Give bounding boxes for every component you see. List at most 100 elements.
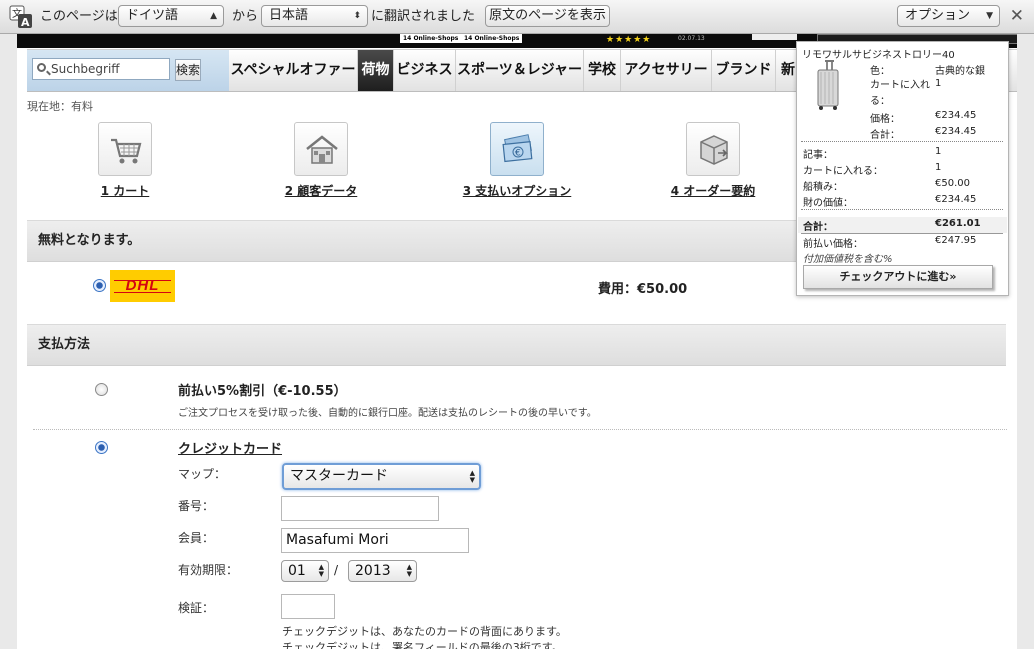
box-icon	[686, 122, 740, 176]
cart-prepay-value: €247.95	[935, 235, 977, 246]
translate-prefix: このページは	[40, 9, 118, 24]
cart-in-cart-value: 1	[935, 162, 942, 173]
cart-vat-note: 付加価値税を含む%	[803, 254, 893, 265]
shipping-cost: 費用：€50.00	[598, 282, 688, 297]
cart-in-cart-label: カートに入れる：	[803, 166, 883, 177]
shipping-dhl-radio[interactable]	[93, 279, 106, 292]
header-widget	[752, 34, 797, 40]
cart-product-name[interactable]: リモワサルサビジネストロリー40	[802, 46, 955, 61]
expiry-month-select[interactable]: 01 ▲ ▼	[281, 560, 329, 582]
select-arrows-icon: ▲ ▼	[406, 563, 412, 578]
source-language-select[interactable]: ドイツ語 ▲	[118, 5, 224, 27]
translate-from-text: から	[232, 9, 259, 24]
options-select[interactable]: オプション ▼	[897, 5, 1000, 27]
cart-goods-value: €234.45	[935, 194, 977, 205]
prepay-title: 前払い5%割引（€-10.55）	[178, 384, 347, 399]
expiry-separator: /	[334, 563, 339, 577]
translate-icon: 文 A	[9, 5, 33, 29]
select-arrows-icon: ⬍	[353, 11, 361, 21]
shop-badge: 14 Online-Shops	[461, 34, 523, 43]
cart-articles-value: 1	[935, 146, 942, 157]
search-input[interactable]: Suchbegriff	[32, 58, 170, 80]
close-icon[interactable]: ✕	[1010, 7, 1024, 25]
cvc-input[interactable]	[281, 594, 335, 619]
target-language-select[interactable]: 日本語 ⬍	[261, 5, 368, 27]
card-type-label: マップ：	[178, 467, 227, 481]
expiry-month-value: 01	[288, 563, 306, 579]
nav-item-brands[interactable]: ブランド	[712, 50, 776, 91]
svg-text:€: €	[515, 149, 521, 159]
cart-color-value: 古典的な銀	[935, 66, 985, 77]
cart-price-value: €234.45	[935, 110, 977, 121]
dropdown-arrow-icon: ▼	[986, 11, 993, 21]
search-area: Suchbegriff 検索	[27, 50, 229, 91]
rating-stars: ★★★★★	[606, 35, 652, 45]
select-arrows-icon: ▲ ▼	[469, 469, 475, 484]
expiry-year-select[interactable]: 2013 ▲ ▼	[348, 560, 417, 582]
expiry-label: 有効期限：	[178, 563, 239, 577]
nav-item-sports-leisure[interactable]: スポーツ＆レジャー	[456, 50, 584, 91]
cvc-help: チェックデジットは、あなたのカードの背面にあります。	[282, 625, 567, 638]
card-holder-input[interactable]: Masafumi Mori	[281, 528, 469, 553]
cart-qty-value: 1	[935, 78, 942, 89]
dhl-logo-text: DHL	[125, 277, 160, 294]
step-label[interactable]: 2 顧客データ	[246, 182, 396, 199]
step-payment-options[interactable]: € 3 支払いオプション	[442, 122, 592, 202]
translate-suffix: に翻訳されました	[371, 9, 476, 24]
options-label: オプション	[905, 8, 971, 23]
step-label[interactable]: 3 支払いオプション	[442, 182, 592, 199]
cart-popup: リモワサルサビジネストロリー40 色： 古典的な銀 カートに入れる： 1 価格：…	[796, 41, 1009, 296]
cart-subtotal-label: 合計：	[870, 130, 900, 141]
source-language-value: ドイツ語	[126, 8, 179, 23]
house-icon	[294, 122, 348, 176]
nav-item-school[interactable]: 学校	[584, 50, 621, 91]
cvc-label: 検証：	[178, 601, 215, 615]
cart-shipping-value: €50.00	[935, 178, 970, 189]
card-type-select[interactable]: マスターカード ▲ ▼	[282, 463, 481, 490]
nav-item-luggage[interactable]: 荷物	[358, 50, 394, 91]
card-type-value: マスターカード	[290, 468, 388, 484]
card-holder-label: 会員：	[178, 531, 215, 545]
payment-divider	[33, 429, 1007, 430]
cart-price-label: 価格：	[870, 114, 900, 125]
nav-item-business[interactable]: ビジネス	[394, 50, 456, 91]
target-language-value: 日本語	[269, 8, 309, 23]
svg-text:A: A	[21, 16, 30, 29]
prepay-description: ご注文プロセスを受け取った後、自動的に銀行口座。配送は支払のレシートの後の早いで…	[178, 408, 597, 419]
cart-separator	[801, 233, 1003, 234]
search-button[interactable]: 検索	[175, 59, 201, 81]
breadcrumb: 現在地：有料	[27, 100, 93, 113]
step-order-summary[interactable]: 4 オーダー要約	[638, 122, 788, 202]
cart-articles-label: 記事：	[803, 150, 833, 161]
payment-heading: 支払方法	[27, 324, 1006, 366]
cart-goods-label: 財の価値：	[803, 198, 853, 209]
suitcase-icon	[815, 60, 841, 115]
nav-item-accessories[interactable]: アクセサリー	[621, 50, 712, 91]
checkout-button[interactable]: チェックアウトに進む»	[803, 265, 993, 289]
cart-qty-label: カートに入れる：	[870, 80, 930, 107]
shopping-cart-icon	[98, 122, 152, 176]
step-cart[interactable]: 1 カート	[50, 122, 200, 202]
cart-color-label: 色：	[870, 66, 890, 77]
dhl-logo: DHL	[110, 270, 175, 302]
shop-badge: 14 Online-Shops	[400, 34, 462, 43]
prepay-radio[interactable]	[95, 383, 108, 396]
cart-total-value: €261.01	[935, 218, 981, 229]
cart-separator	[801, 141, 1003, 142]
card-number-input[interactable]	[281, 496, 439, 521]
nav-item-special-offers[interactable]: スペシャルオファー	[229, 50, 358, 91]
step-label[interactable]: 1 カート	[50, 182, 200, 199]
credit-card-radio[interactable]	[95, 441, 108, 454]
show-original-button[interactable]: 原文のページを表示	[485, 5, 610, 27]
step-label[interactable]: 4 オーダー要約	[638, 182, 788, 199]
search-icon	[37, 63, 46, 72]
card-number-label: 番号：	[178, 499, 215, 513]
step-customer-data[interactable]: 2 顧客データ	[246, 122, 396, 202]
cart-separator	[801, 209, 1003, 210]
search-placeholder: Suchbegriff	[51, 62, 120, 76]
cvc-help: チェックデジットは、署名フィールドの最後の3桁です。	[282, 641, 563, 649]
translate-bar: 文 A このページは ドイツ語 ▲ から 日本語 ⬍ に翻訳されました 原文のペ…	[0, 0, 1034, 34]
rating-date: 02.07.13	[678, 35, 705, 42]
cart-shipping-label: 船積み：	[803, 182, 843, 193]
credit-card-title[interactable]: クレジットカード	[178, 438, 282, 457]
